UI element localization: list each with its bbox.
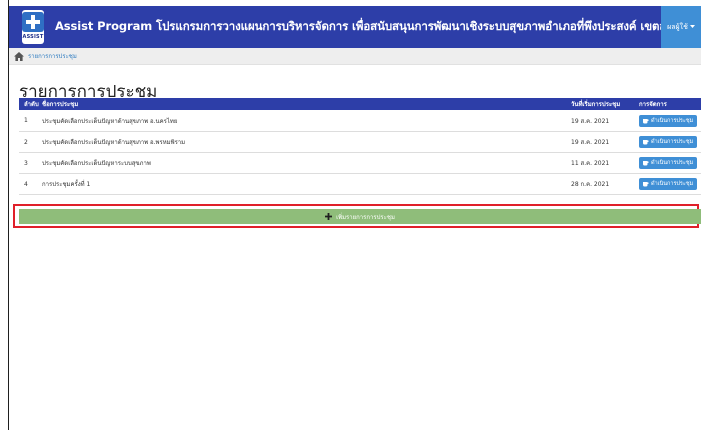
run-meeting-button[interactable]: ดำเนินการประชุม: [639, 136, 698, 148]
user-menu-label: ผลผู้ใช้: [667, 22, 688, 31]
assist-logo[interactable]: ASSIST: [22, 10, 44, 44]
plus-icon: [325, 213, 333, 220]
top-navbar: ASSIST Assist Program โปรแกรมการวางแผนกา…: [9, 6, 701, 48]
table-header-row: ลำดับ ชื่อการประชุม วันที่เริ่มการประชุม…: [19, 98, 701, 110]
logo-text: ASSIST: [22, 34, 44, 40]
table-row: 4 การประชุมครั้งที่ 1 28 ก.ค. 2021 ดำเนิ…: [19, 173, 701, 195]
medical-cross-icon: [22, 12, 44, 32]
user-menu[interactable]: ผลผู้ใช้: [661, 6, 701, 48]
header-topic: ชื่อการประชุม: [37, 98, 566, 110]
row-no: 2: [19, 131, 37, 153]
row-date: 19 ส.ค. 2021: [566, 131, 634, 153]
add-meeting-label: เพิ่มรายการการประชุม: [336, 213, 395, 221]
row-topic: ประชุมคัดเลือกประเด็นปัญหาด้านสุขภาพ อ.พ…: [37, 131, 566, 153]
add-meeting-button[interactable]: เพิ่มรายการการประชุม: [19, 209, 701, 224]
coffee-cup-icon: [643, 118, 649, 123]
app-title: Assist Program โปรแกรมการวางแผนการบริหาร…: [55, 19, 701, 33]
row-topic: ประชุมคัดเลือกประเด็นปัญหาระบบสุขภาพ: [37, 152, 566, 174]
run-meeting-label: ดำเนินการประชุม: [651, 117, 694, 124]
run-meeting-button[interactable]: ดำเนินการประชุม: [639, 114, 698, 127]
row-action-cell: ดำเนินการประชุม: [634, 173, 701, 195]
table-row: 2 ประชุมคัดเลือกประเด็นปัญหาด้านสุขภาพ อ…: [19, 131, 701, 153]
run-meeting-button[interactable]: ดำเนินการประชุม: [639, 157, 698, 169]
row-date: 11 ส.ค. 2021: [566, 152, 634, 174]
run-meeting-label: ดำเนินการประชุม: [651, 160, 694, 166]
row-no: 4: [19, 173, 37, 195]
meeting-table: ลำดับ ชื่อการประชุม วันที่เริ่มการประชุม…: [19, 98, 701, 195]
coffee-cup-icon: [643, 161, 649, 166]
row-action-cell: ดำเนินการประชุม: [634, 152, 701, 174]
coffee-cup-icon: [643, 182, 649, 187]
row-date: 28 ก.ค. 2021: [566, 173, 634, 195]
row-topic: ประชุมคัดเลือกประเด็นปัญหาด้านสุขภาพ อ.น…: [37, 110, 566, 132]
row-action-cell: ดำเนินการประชุม: [634, 131, 701, 153]
row-no: 1: [19, 110, 37, 132]
coffee-cup-icon: [643, 140, 649, 145]
table-row: 1 ประชุมคัดเลือกประเด็นปัญหาด้านสุขภาพ อ…: [19, 110, 701, 132]
header-no: ลำดับ: [19, 98, 39, 110]
run-meeting-label: ดำเนินการประชุม: [651, 181, 694, 187]
row-action-cell: ดำเนินการประชุม: [634, 110, 701, 132]
header-date: วันที่เริ่มการประชุม: [566, 98, 634, 110]
header-action: การจัดการ: [634, 98, 701, 110]
breadcrumb: รายการการประชุม: [9, 48, 701, 65]
breadcrumb-current[interactable]: รายการการประชุม: [28, 51, 77, 61]
row-no: 3: [19, 152, 37, 174]
table-row: 3 ประชุมคัดเลือกประเด็นปัญหาระบบสุขภาพ 1…: [19, 152, 701, 174]
row-topic: การประชุมครั้งที่ 1: [37, 173, 566, 195]
chevron-down-icon: [689, 25, 695, 28]
run-meeting-button[interactable]: ดำเนินการประชุม: [639, 178, 698, 190]
run-meeting-label: ดำเนินการประชุม: [651, 139, 694, 145]
window-left-edge: [0, 0, 9, 430]
row-date: 19 ส.ค. 2021: [566, 110, 634, 132]
home-icon[interactable]: [14, 51, 24, 61]
